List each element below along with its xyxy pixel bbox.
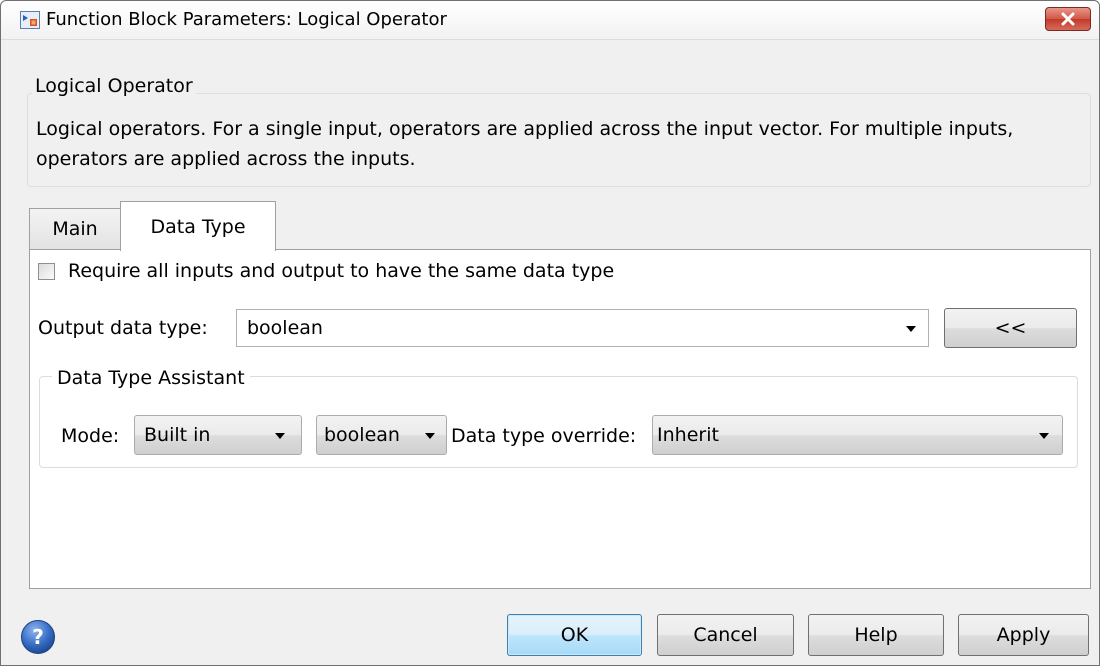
data-type-assistant-title: Data Type Assistant bbox=[52, 367, 250, 389]
apply-button[interactable]: Apply bbox=[958, 614, 1089, 656]
description-group-title: Logical Operator bbox=[32, 75, 196, 97]
close-button[interactable] bbox=[1045, 7, 1091, 31]
data-type-override-label: Data type override: bbox=[451, 425, 637, 447]
output-data-type-value[interactable]: boolean bbox=[247, 317, 323, 339]
same-data-type-checkbox[interactable] bbox=[38, 263, 55, 280]
window-title: Function Block Parameters: Logical Opera… bbox=[46, 9, 447, 30]
data-type-override-dropdown[interactable]: Inherit bbox=[652, 415, 1063, 455]
svg-text:?: ? bbox=[32, 625, 44, 649]
hide-data-type-assistant-button[interactable]: << bbox=[944, 308, 1077, 348]
chevron-down-icon[interactable] bbox=[906, 326, 916, 332]
chevron-down-icon bbox=[425, 433, 435, 439]
chevron-down-icon bbox=[1039, 433, 1049, 439]
dialog-window: Function Block Parameters: Logical Opera… bbox=[0, 0, 1100, 666]
built-in-type-dropdown[interactable]: boolean bbox=[316, 415, 447, 455]
simulink-block-icon bbox=[20, 11, 40, 29]
help-icon[interactable]: ? bbox=[20, 619, 56, 655]
chevron-down-icon bbox=[275, 433, 285, 439]
ok-button[interactable]: OK bbox=[507, 614, 642, 656]
mode-dropdown[interactable]: Built in bbox=[134, 415, 302, 455]
description-text: Logical operators. For a single input, o… bbox=[36, 118, 1014, 170]
tab-main[interactable]: Main bbox=[29, 208, 121, 249]
cancel-button[interactable]: Cancel bbox=[657, 614, 794, 656]
mode-value: Built in bbox=[144, 424, 211, 446]
output-data-type-combobox[interactable]: boolean bbox=[236, 309, 929, 347]
help-button[interactable]: Help bbox=[808, 614, 944, 656]
mode-label: Mode: bbox=[61, 425, 120, 447]
built-in-type-value: boolean bbox=[324, 424, 400, 446]
data-type-override-value: Inherit bbox=[657, 424, 719, 446]
output-data-type-label: Output data type: bbox=[38, 317, 208, 339]
tab-data-type[interactable]: Data Type bbox=[120, 201, 276, 251]
same-data-type-label[interactable]: Require all inputs and output to have th… bbox=[68, 260, 614, 282]
title-bar[interactable]: Function Block Parameters: Logical Opera… bbox=[1, 1, 1099, 40]
close-icon bbox=[1061, 12, 1075, 26]
